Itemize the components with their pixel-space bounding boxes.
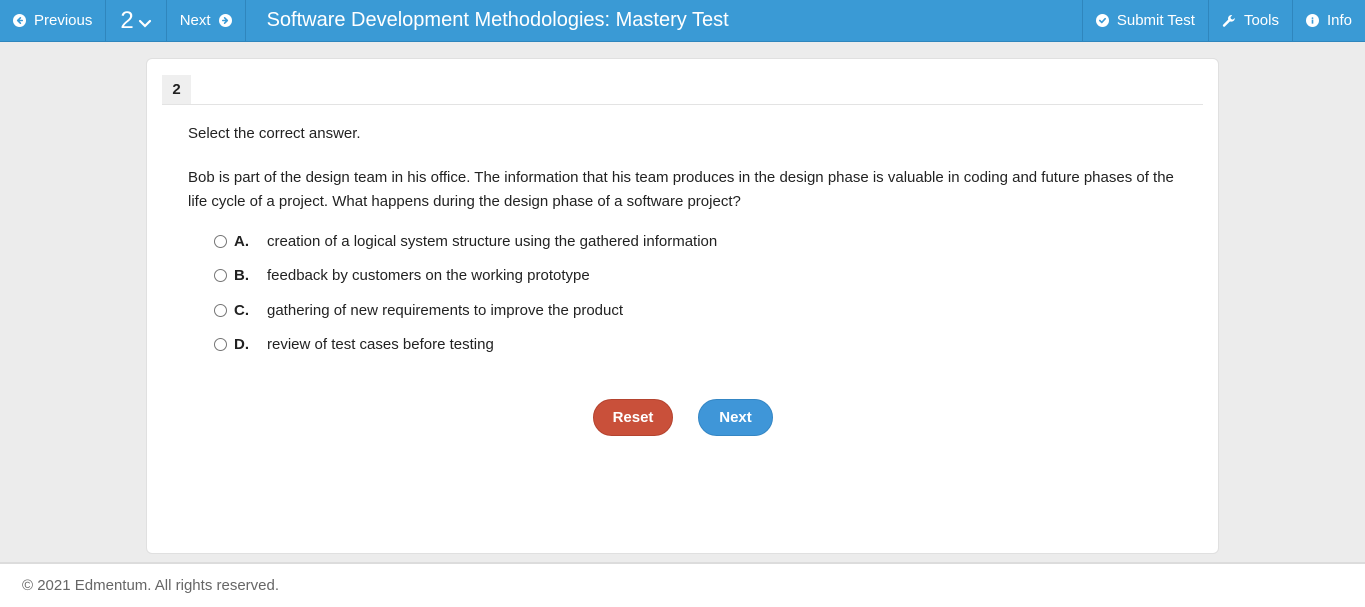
arrow-circle-right-icon	[218, 14, 232, 27]
top-navigation-bar: Previous 2 Next Software Development Met…	[0, 0, 1365, 42]
next-nav-label: Next	[179, 12, 211, 29]
tools-button[interactable]: Tools	[1207, 0, 1292, 41]
answer-choice-d[interactable]: D. review of test cases before testing	[214, 336, 494, 353]
radio-button[interactable]	[214, 338, 227, 351]
next-nav-button[interactable]: Next	[167, 0, 246, 41]
previous-label: Previous	[34, 12, 93, 29]
info-label: Info	[1326, 12, 1352, 29]
radio-button[interactable]	[214, 269, 227, 282]
question-selector-dropdown[interactable]: 2	[106, 0, 167, 41]
wrench-icon	[1222, 14, 1235, 27]
answer-choice-a[interactable]: A. creation of a logical system structur…	[214, 233, 717, 250]
topbar-actions: Submit Test Tools Info	[1081, 0, 1365, 41]
choice-letter: A.	[234, 233, 249, 250]
choice-text: creation of a logical system structure u…	[267, 233, 718, 250]
info-button[interactable]: Info	[1291, 0, 1365, 41]
arrow-circle-left-icon	[13, 14, 26, 27]
divider	[162, 104, 1203, 105]
question-number-tab: 2	[162, 75, 191, 104]
question-prompt: Bob is part of the design team in his of…	[188, 169, 1174, 210]
question-card: 2 Select the correct answer. Bob is part…	[146, 58, 1219, 554]
choice-letter: B.	[234, 267, 249, 284]
answer-choice-b[interactable]: B. feedback by customers on the working …	[214, 267, 590, 284]
info-circle-icon	[1305, 14, 1319, 27]
choice-letter: C.	[234, 302, 249, 319]
choice-text: review of test cases before testing	[267, 336, 494, 353]
submit-test-label: Submit Test	[1116, 12, 1195, 29]
answer-choice-c[interactable]: C. gathering of new requirements to impr…	[214, 302, 623, 319]
choice-text: gathering of new requirements to improve…	[267, 302, 624, 319]
question-instruction: Select the correct answer.	[188, 125, 361, 142]
copyright-text: © 2021 Edmentum. All rights reserved.	[22, 577, 280, 594]
test-title: Software Development Methodologies: Mast…	[266, 9, 729, 31]
choice-text: feedback by customers on the working pro…	[267, 267, 590, 284]
tools-label: Tools	[1243, 12, 1279, 29]
question-number: 2	[120, 6, 134, 34]
chevron-down-icon	[138, 19, 151, 28]
next-button[interactable]: Next	[698, 399, 773, 436]
previous-button[interactable]: Previous	[0, 0, 107, 41]
radio-button[interactable]	[214, 235, 227, 248]
footer: © 2021 Edmentum. All rights reserved.	[0, 562, 1365, 607]
submit-test-button[interactable]: Submit Test	[1081, 0, 1208, 41]
choice-letter: D.	[234, 336, 249, 353]
check-circle-icon	[1095, 14, 1109, 27]
reset-button[interactable]: Reset	[593, 399, 673, 436]
radio-button[interactable]	[214, 304, 227, 317]
